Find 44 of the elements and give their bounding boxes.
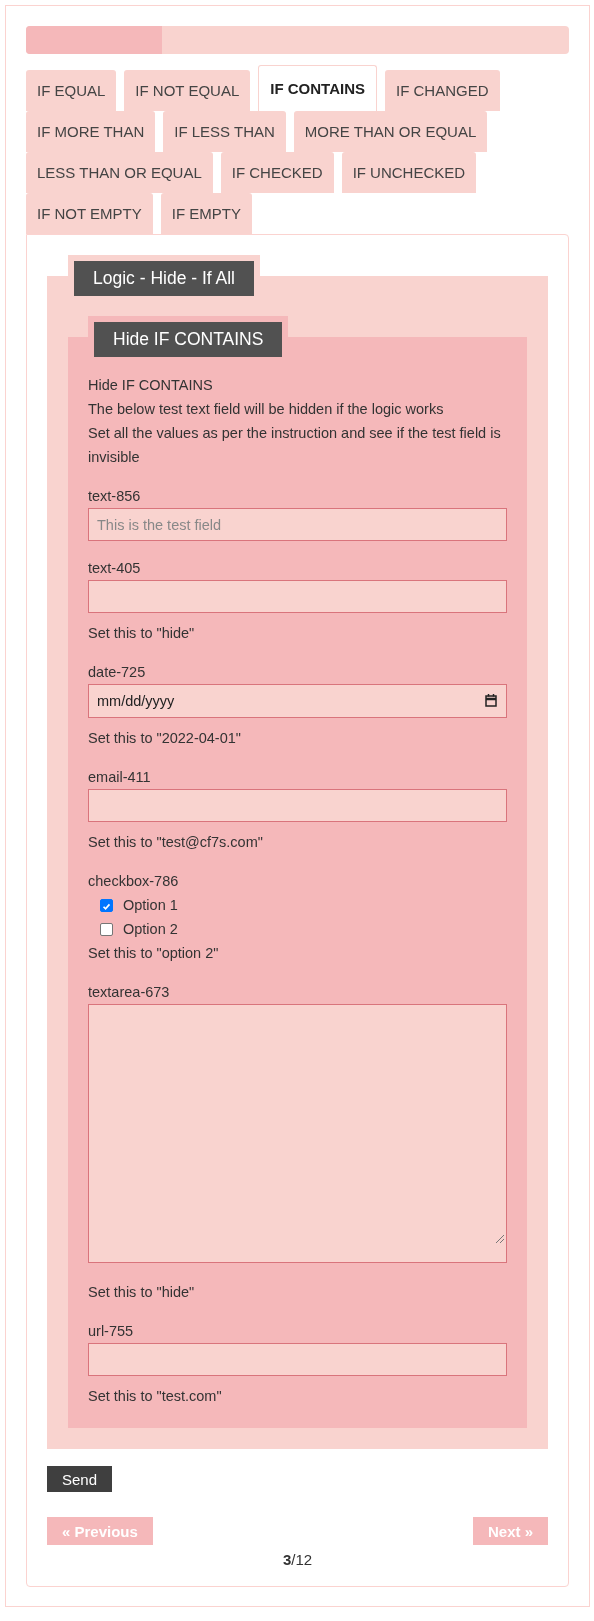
tab[interactable]: IF EQUAL bbox=[26, 70, 117, 111]
calendar-icon[interactable] bbox=[485, 694, 497, 707]
description-text: Hide IF CONTAINS bbox=[88, 376, 214, 395]
hint-text: Set this to "hide" bbox=[88, 624, 196, 643]
resize-grip-icon[interactable] bbox=[496, 1235, 504, 1243]
hint-text: Set this to "test.com" bbox=[88, 1387, 223, 1406]
fieldset-title: Hide IF CONTAINS bbox=[94, 322, 283, 357]
tab[interactable]: IF UNCHECKED bbox=[341, 152, 477, 193]
description-text: The below test text field will be hidden if the logic works bbox=[88, 400, 445, 419]
send-button[interactable]: Send bbox=[47, 1466, 113, 1492]
hint-text: Set this to "2022-04-01" bbox=[88, 729, 242, 748]
field-label: email-411 bbox=[88, 768, 152, 787]
tab[interactable]: IF MORE THAN bbox=[26, 111, 156, 152]
textarea-field[interactable] bbox=[88, 1004, 507, 1263]
tab[interactable]: IF NOT EMPTY bbox=[26, 193, 153, 234]
field-label: text-856 bbox=[88, 487, 142, 506]
checkbox-label: Option 1 bbox=[123, 897, 178, 913]
text-input-field[interactable] bbox=[88, 1343, 507, 1376]
fieldset-title: Logic - Hide - If All bbox=[74, 261, 254, 296]
field-label: url-755 bbox=[88, 1322, 135, 1341]
tab[interactable]: MORE THAN OR EQUAL bbox=[293, 111, 488, 152]
tab[interactable]: IF CHANGED bbox=[385, 70, 500, 111]
checkbox-label: Option 2 bbox=[123, 921, 178, 937]
date-input-field[interactable]: mm/dd/yyyy bbox=[88, 684, 507, 718]
tab[interactable]: IF CHECKED bbox=[220, 152, 334, 193]
field-label: text-405 bbox=[88, 559, 142, 578]
field-label: textarea-673 bbox=[88, 983, 171, 1002]
hint-text: Set this to "hide" bbox=[88, 1283, 196, 1302]
field-label: checkbox-786 bbox=[88, 872, 180, 891]
tab[interactable]: LESS THAN OR EQUAL bbox=[26, 152, 213, 193]
tab[interactable]: IF CONTAINS bbox=[258, 65, 377, 111]
tab[interactable]: IF LESS THAN bbox=[163, 111, 286, 152]
tab[interactable]: IF EMPTY bbox=[160, 193, 252, 234]
checkbox[interactable] bbox=[100, 922, 113, 936]
hint-text: Set this to "option 2" bbox=[88, 944, 220, 963]
checkbox[interactable] bbox=[100, 898, 113, 912]
text-input-field[interactable] bbox=[88, 789, 507, 822]
hint-text: Set this to "test@cf7s.com" bbox=[88, 833, 264, 852]
field-label: date-725 bbox=[88, 663, 147, 682]
text-input-field[interactable]: This is the test field bbox=[88, 508, 507, 541]
text-input-field[interactable] bbox=[88, 580, 507, 613]
tab[interactable]: IF NOT EQUAL bbox=[124, 70, 251, 111]
page-counter: 3/12 bbox=[281, 1550, 314, 1570]
description-text: Set all the values as per the instruction and see if the test field is invisible bbox=[88, 424, 502, 467]
